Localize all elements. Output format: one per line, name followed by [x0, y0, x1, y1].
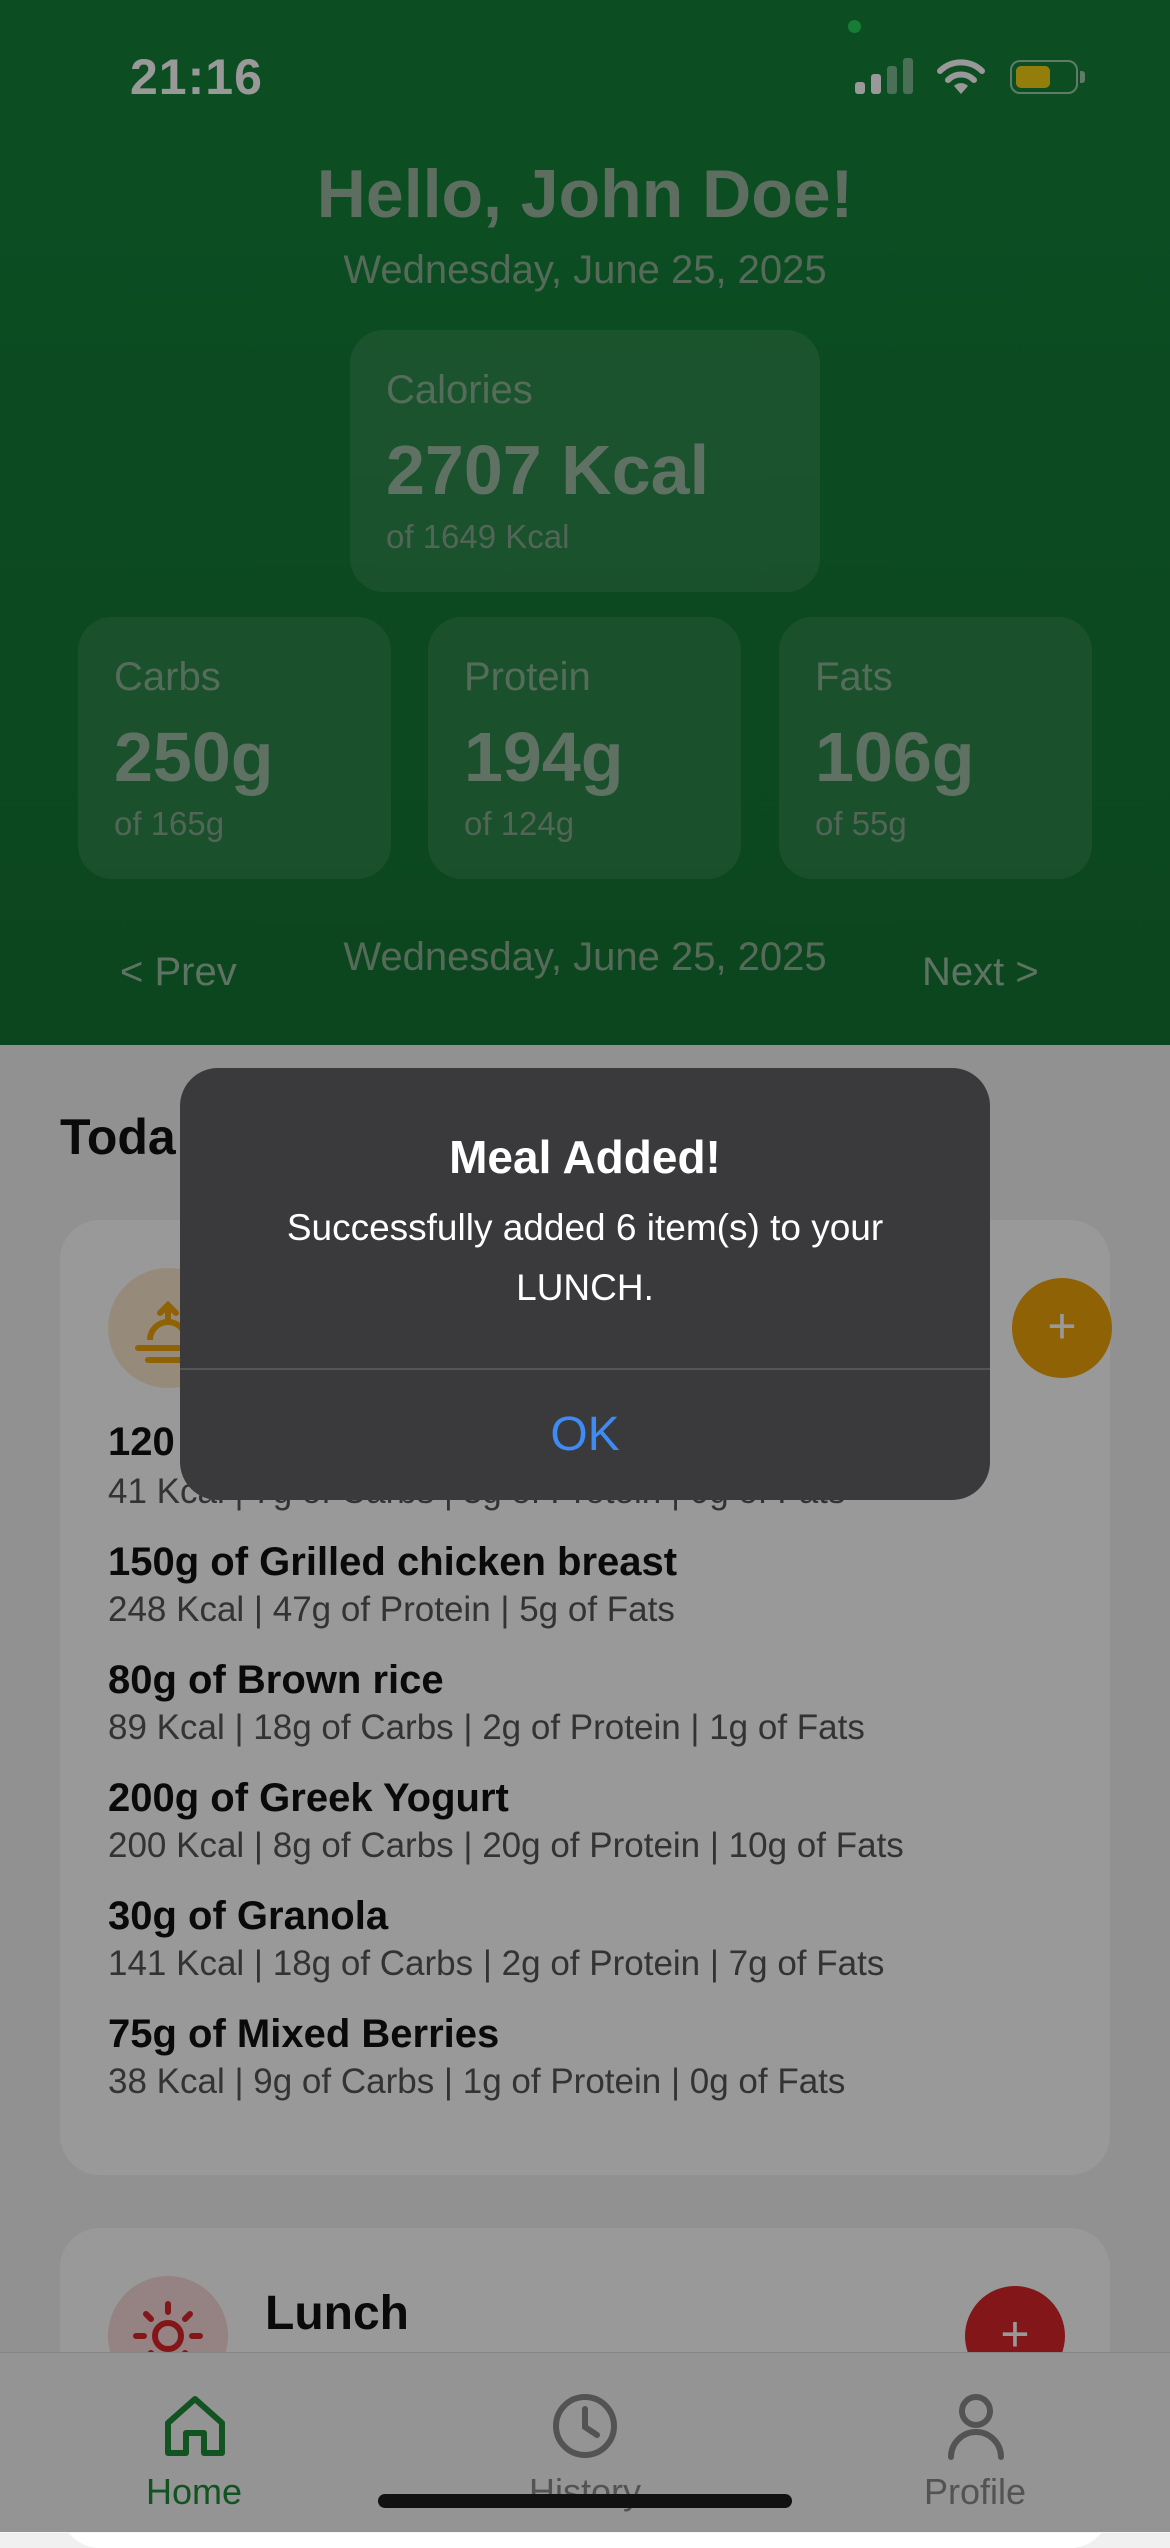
alert-ok-button[interactable]: OK	[180, 1370, 990, 1500]
alert-message: Successfully added 6 item(s) to your LUN…	[286, 1207, 884, 1308]
home-indicator	[378, 2494, 792, 2508]
alert-title: Meal Added!	[449, 1131, 721, 1183]
meal-added-alert: Meal Added! Successfully added 6 item(s)…	[180, 1068, 990, 1500]
